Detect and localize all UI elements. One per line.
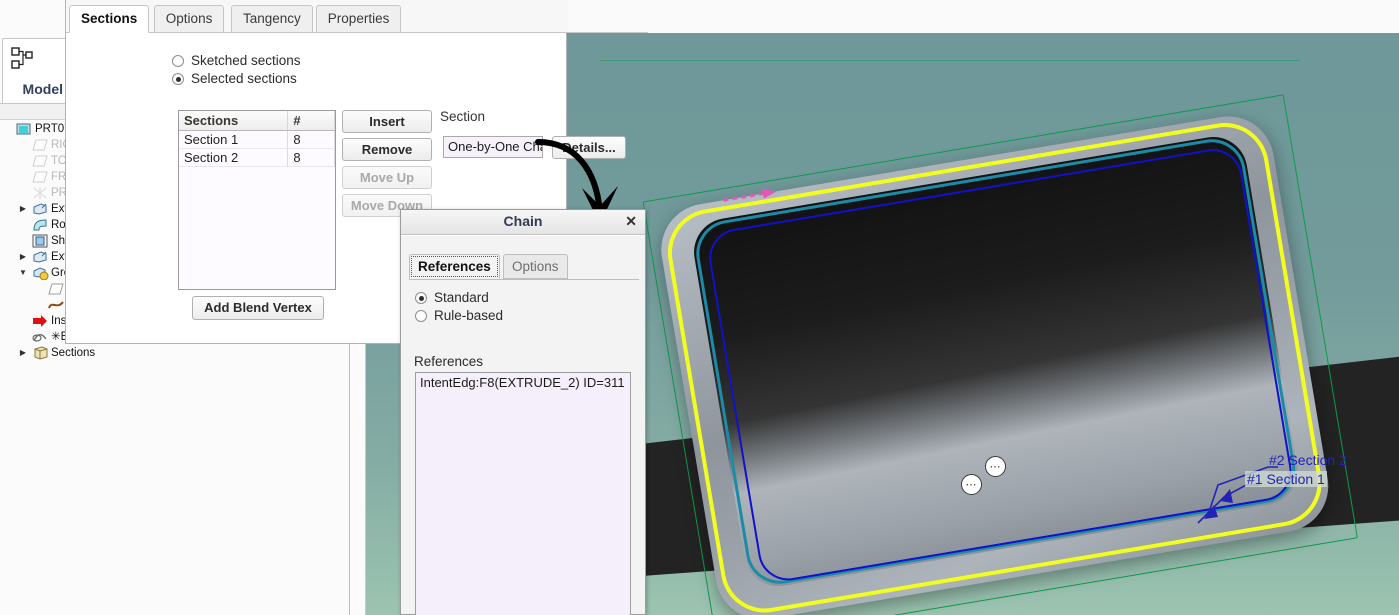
callout-section-1: #1 Section 1 [1245, 471, 1327, 487]
part-icon [16, 122, 32, 137]
radio-selected-label: Selected sections [191, 71, 297, 86]
curve-icon [48, 298, 64, 313]
radio-circle-rule-based[interactable] [415, 310, 427, 322]
add-blend-vertex-button[interactable]: Add Blend Vertex [192, 296, 324, 320]
application-window: ⋯ ⋯ #2 Section 2 #1 Section 1 Model PRT0… [0, 0, 1399, 615]
extrude-icon [32, 202, 48, 217]
references-label: References [414, 354, 484, 369]
blend-dialog-tabs[interactable]: Sections Options Tangency Properties [66, 0, 568, 33]
chain-type-field[interactable]: One-by-One Cha [443, 136, 543, 158]
chain-mode-radiogroup[interactable]: Standard Rule-based [415, 290, 503, 323]
radio-circle-selected[interactable] [172, 73, 184, 85]
radio-rule-based-label: Rule-based [434, 308, 504, 323]
reference-list-item[interactable]: IntentEdg:F8(EXTRUDE_2) ID=311 [416, 373, 630, 392]
radio-standard-label: Standard [434, 290, 489, 305]
tab-tangency[interactable]: Tangency [231, 5, 313, 33]
section-group-label: Section [440, 109, 486, 124]
chain-tabs-divider [409, 279, 639, 280]
csys-icon [32, 186, 48, 201]
radio-selected-sections[interactable]: Selected sections [172, 71, 297, 86]
insert-here-icon [32, 314, 48, 329]
extrude-icon [32, 250, 48, 265]
tree-item-label: Sections [51, 347, 96, 359]
section-name-cell[interactable]: Section 1 [179, 130, 289, 149]
tab-sections[interactable]: Sections [69, 5, 150, 33]
chevron-right-icon[interactable]: ▶ [18, 249, 28, 265]
chevron-right-icon[interactable]: ▶ [18, 345, 28, 361]
chain-tab-options[interactable]: Options [503, 254, 568, 279]
group-icon [32, 266, 49, 281]
close-icon[interactable]: ✕ [625, 213, 637, 230]
table-row[interactable]: Section 18 [179, 130, 335, 149]
radio-standard[interactable]: Standard [415, 290, 503, 305]
chain-dialog-titlebar[interactable]: Chain ✕ [401, 210, 645, 235]
sections-icon [32, 346, 48, 361]
round-icon [32, 218, 48, 233]
insert-button[interactable]: Insert [342, 110, 432, 133]
section-drag-handle-2[interactable]: ⋯ [985, 456, 1006, 477]
radio-circle-standard[interactable] [415, 292, 427, 304]
radio-sketched-sections[interactable]: Sketched sections [172, 53, 301, 68]
datum-plane-icon [32, 154, 48, 169]
chain-tab-references[interactable]: References [409, 254, 500, 279]
move-up-button[interactable]: Move Up [342, 166, 432, 189]
chevron-right-icon[interactable]: ▶ [18, 201, 28, 217]
section-count-cell[interactable]: 8 [287, 130, 335, 149]
datum-plane-icon [32, 138, 48, 153]
section-count-cell[interactable]: 8 [287, 148, 335, 167]
chain-dialog-body: References Options Standard Rule-based Re… [401, 235, 645, 615]
tree-item-sections[interactable]: ▶ Sections [0, 345, 350, 361]
callout-section-2: #2 Section 2 [1269, 452, 1347, 468]
blend-icon [32, 330, 48, 345]
table-row[interactable]: Section 28 [179, 148, 335, 167]
references-list[interactable]: IntentEdg:F8(EXTRUDE_2) ID=311 [415, 372, 631, 615]
datum-plane-icon [48, 282, 64, 297]
tree-hierarchy-icon [11, 47, 37, 74]
sections-col-header-name[interactable]: Sections [179, 111, 289, 131]
remove-button[interactable]: Remove [342, 138, 432, 161]
section-drag-handle-1[interactable]: ⋯ [961, 474, 982, 495]
sections-table-header-row: Sections # [179, 111, 335, 131]
tab-options[interactable]: Options [153, 5, 225, 33]
chain-dialog-title: Chain [503, 213, 543, 229]
chain-dialog[interactable]: Chain ✕ References Options Standard Rule-… [400, 209, 646, 615]
chevron-down-icon[interactable]: ▼ [18, 265, 28, 281]
radio-rule-based[interactable]: Rule-based [415, 308, 503, 323]
tab-properties[interactable]: Properties [315, 5, 402, 33]
shell-icon [32, 234, 48, 249]
sections-col-header-count[interactable]: # [287, 111, 335, 131]
tab-model-tree[interactable]: Model [2, 38, 68, 103]
section-name-cell[interactable]: Section 2 [179, 148, 289, 167]
datum-plane-icon [32, 170, 48, 185]
details-button[interactable]: Details... [552, 136, 626, 159]
tab-model-tree-label: Model [22, 81, 63, 97]
sections-table[interactable]: Sections # Section 1 8 Section 28 [178, 110, 336, 290]
radio-sketched-label: Sketched sections [191, 53, 301, 68]
radio-circle-sketched[interactable] [172, 55, 184, 67]
